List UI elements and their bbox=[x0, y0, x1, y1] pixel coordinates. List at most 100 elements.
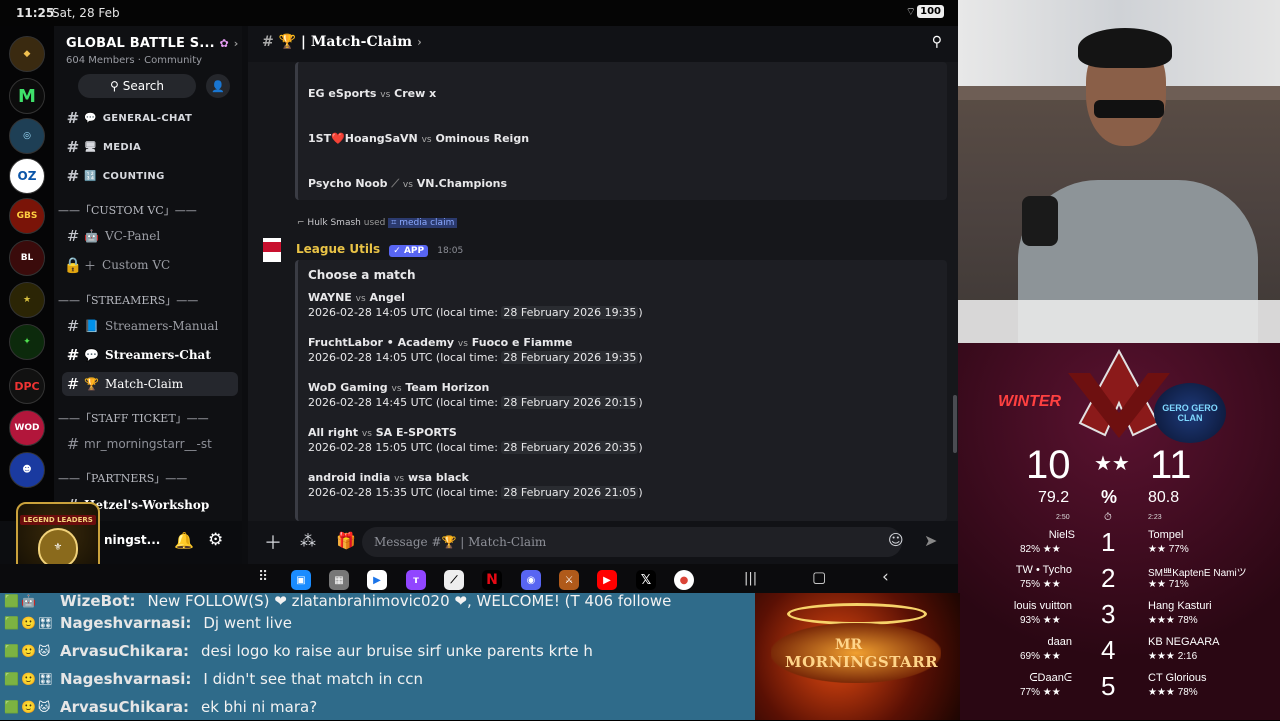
hash-icon: # bbox=[66, 227, 80, 245]
server-icon[interactable]: WOD bbox=[9, 410, 45, 446]
timer-icon: ⏱ bbox=[1104, 512, 1112, 523]
match-2-time: 2026-02-28 14:05 UTC (local time: 28 Feb… bbox=[308, 351, 643, 364]
slash-command[interactable]: ⌗ media claim bbox=[388, 218, 458, 228]
app-drawer-icon[interactable]: ⠿ bbox=[258, 569, 268, 585]
chevron-right-icon: › bbox=[233, 37, 239, 50]
server-icon[interactable]: GBS bbox=[9, 198, 45, 234]
chat-badge-icon: 🟩🙂🐱 bbox=[4, 644, 53, 658]
player-right-4-pct: ★★★ 2:16 bbox=[1148, 651, 1198, 662]
player-left-2-pct: 75% ★★ bbox=[1020, 579, 1061, 590]
server-icon[interactable]: ◆ bbox=[9, 36, 45, 72]
shield-icon: ⚜ bbox=[38, 527, 78, 568]
bot-name[interactable]: League Utils bbox=[296, 242, 380, 256]
search-icon: ⚲ bbox=[109, 79, 119, 93]
channel-media[interactable]: # 🖥 MEDIA bbox=[62, 135, 238, 159]
channel-streamers-chat[interactable]: # 💬 Streamers-Chat bbox=[62, 343, 238, 367]
player-left-1: NielS bbox=[1048, 529, 1075, 541]
back-icon[interactable]: ‹ bbox=[882, 567, 889, 587]
status-date: Sat, 28 Feb bbox=[52, 6, 120, 20]
server-icon[interactable]: OZ bbox=[9, 158, 45, 194]
match-1-teams: WAYNE vs Angel bbox=[308, 291, 405, 304]
embed-title: Choose a match bbox=[308, 268, 416, 282]
command-icon: ⌗ bbox=[391, 218, 397, 228]
emoji-icon[interactable]: ☺ bbox=[888, 531, 904, 549]
chat-line: 🟩🙂🎛 Nageshvarnasi: I didn't see that match… bbox=[0, 665, 755, 693]
trophy-icon: 🏆 bbox=[84, 377, 99, 391]
player-right-2: SM쁘KaptenE Namiツ bbox=[1148, 568, 1247, 579]
player-right-2-pct: ★★ 71% bbox=[1148, 579, 1189, 590]
search-button[interactable]: ⚲ Search bbox=[78, 74, 196, 98]
command-reply-line: ⌐ Hulk Smash used ⌗ media claim bbox=[297, 218, 458, 228]
match-5-time: 2026-02-28 15:35 UTC (local time: 28 Feb… bbox=[308, 486, 643, 499]
player-right-4: KB NEGAARA bbox=[1148, 636, 1220, 648]
player-left-5: ᕮDaanᕮ bbox=[1029, 672, 1072, 684]
command-user[interactable]: Hulk Smash bbox=[307, 218, 360, 228]
chat-line: 🟩🙂🐱 ArvasuChikara: desi logo ko raise aur … bbox=[0, 637, 755, 665]
hash-icon: # bbox=[66, 435, 80, 453]
score-right: 11 bbox=[1150, 443, 1192, 487]
plus-icon[interactable]: ＋ bbox=[264, 529, 282, 555]
score-left: 10 bbox=[1026, 443, 1071, 487]
channel-general-chat[interactable]: # 💬 GENERAL-CHAT bbox=[62, 106, 238, 130]
player-left-4: daan bbox=[1047, 636, 1072, 648]
channel-match-claim[interactable]: # 🏆 Match-Claim bbox=[62, 372, 238, 396]
channel-vc-panel[interactable]: # 🤖 VC-Panel bbox=[62, 224, 238, 248]
message-input[interactable]: Message #🏆 | Match-Claim bbox=[362, 527, 902, 557]
category-staff-ticket[interactable]: ——「STAFF TICKET」—— bbox=[58, 410, 209, 426]
status-bar: 11:25 Sat, 28 Feb ⌔ 100 bbox=[0, 0, 958, 26]
player-right-5: CT Glorious bbox=[1148, 672, 1207, 684]
server-icon[interactable]: ◎ bbox=[9, 118, 45, 154]
channel-custom-vc[interactable]: 🔒 ＋ Custom VC bbox=[62, 253, 238, 277]
server-icon[interactable]: ★ bbox=[9, 282, 45, 318]
match-1-time: 2026-02-28 14:05 UTC (local time: 28 Feb… bbox=[308, 306, 643, 319]
apps-icon[interactable]: ⁂ bbox=[300, 531, 316, 550]
message-time: 18:05 bbox=[437, 246, 464, 256]
channel-ticket[interactable]: # mr_morningstarr__-st bbox=[62, 432, 238, 456]
bell-icon[interactable]: 🔔 bbox=[174, 531, 194, 550]
server-icon[interactable]: DPC bbox=[9, 368, 45, 404]
reply-icon: ⌐ bbox=[297, 218, 305, 228]
player-left-3-pct: 93% ★★ bbox=[1020, 615, 1061, 626]
channel-counting[interactable]: # 🔢 COUNTING bbox=[62, 164, 238, 188]
rank-2: 2 bbox=[1101, 563, 1116, 593]
logo-line-1: MR bbox=[835, 637, 863, 653]
invite-icon[interactable]: 👤 bbox=[206, 74, 230, 98]
category-partners[interactable]: ——「PARTNERS」—— bbox=[58, 470, 187, 486]
server-icon[interactable]: ☻ bbox=[9, 452, 45, 488]
speech-icon: 💬 bbox=[84, 112, 97, 124]
hash-icon: # bbox=[66, 138, 80, 156]
server-icon[interactable]: M bbox=[9, 78, 45, 114]
server-list: ◆ M ◎ OZ GBS BL ★ ✦ DPC WOD ☻ bbox=[0, 26, 54, 521]
server-name[interactable]: GLOBAL BATTLE S... ✿ › bbox=[66, 36, 238, 51]
match-3-teams: WoD Gaming vs Team Horizon bbox=[308, 381, 490, 394]
lock-icon: 🔒 bbox=[63, 256, 83, 274]
time-left: 2:50 bbox=[1056, 514, 1070, 521]
member-count: 604 Members · Community bbox=[66, 55, 203, 66]
search-icon[interactable]: ⚲ bbox=[932, 34, 942, 50]
username[interactable]: ningst... bbox=[104, 533, 160, 547]
chat-line: 🟩🙂🐱 ArvasuChikara: ek bhi ni mara? bbox=[0, 693, 755, 721]
category-custom-vc[interactable]: ——「CUSTOM VC」—— bbox=[58, 202, 197, 218]
bot-avatar[interactable] bbox=[263, 238, 281, 262]
match-5-teams: android india vs wsa black bbox=[308, 471, 469, 484]
chat-badge-icon: 🟩🙂🎛 bbox=[4, 672, 56, 686]
player-left-5-pct: 77% ★★ bbox=[1020, 687, 1061, 698]
server-icon[interactable]: ✦ bbox=[9, 324, 45, 360]
category-streamers[interactable]: ——「STREAMERS」—— bbox=[58, 292, 198, 308]
time-right: 2:23 bbox=[1148, 514, 1162, 521]
gift-icon[interactable]: 🎁 bbox=[336, 531, 356, 550]
recents-icon[interactable]: ||| bbox=[744, 571, 757, 586]
match-4-teams: All right vs SA E-SPORTS bbox=[308, 426, 457, 439]
match-2-teams: FruchtLabor • Academy vs Fuoco e Fiamme bbox=[308, 336, 573, 349]
player-left-1-pct: 82% ★★ bbox=[1020, 544, 1061, 555]
server-icon[interactable]: BL bbox=[9, 240, 45, 276]
channel-title[interactable]: # 🏆 | Match-Claim › bbox=[262, 34, 422, 50]
gear-icon[interactable]: ⚙ bbox=[208, 530, 223, 550]
chat-badge-icon: 🟩🙂🐱 bbox=[4, 700, 53, 714]
scrollbar[interactable] bbox=[953, 395, 957, 453]
match-3-time: 2026-02-28 14:45 UTC (local time: 28 Feb… bbox=[308, 396, 643, 409]
chat-badge-icon: 🟩🤖 bbox=[4, 594, 38, 608]
home-icon[interactable]: ▢ bbox=[812, 568, 826, 586]
channel-streamers-manual[interactable]: # 📘 Streamers-Manual bbox=[62, 314, 238, 338]
send-icon[interactable]: ➤ bbox=[924, 531, 937, 550]
